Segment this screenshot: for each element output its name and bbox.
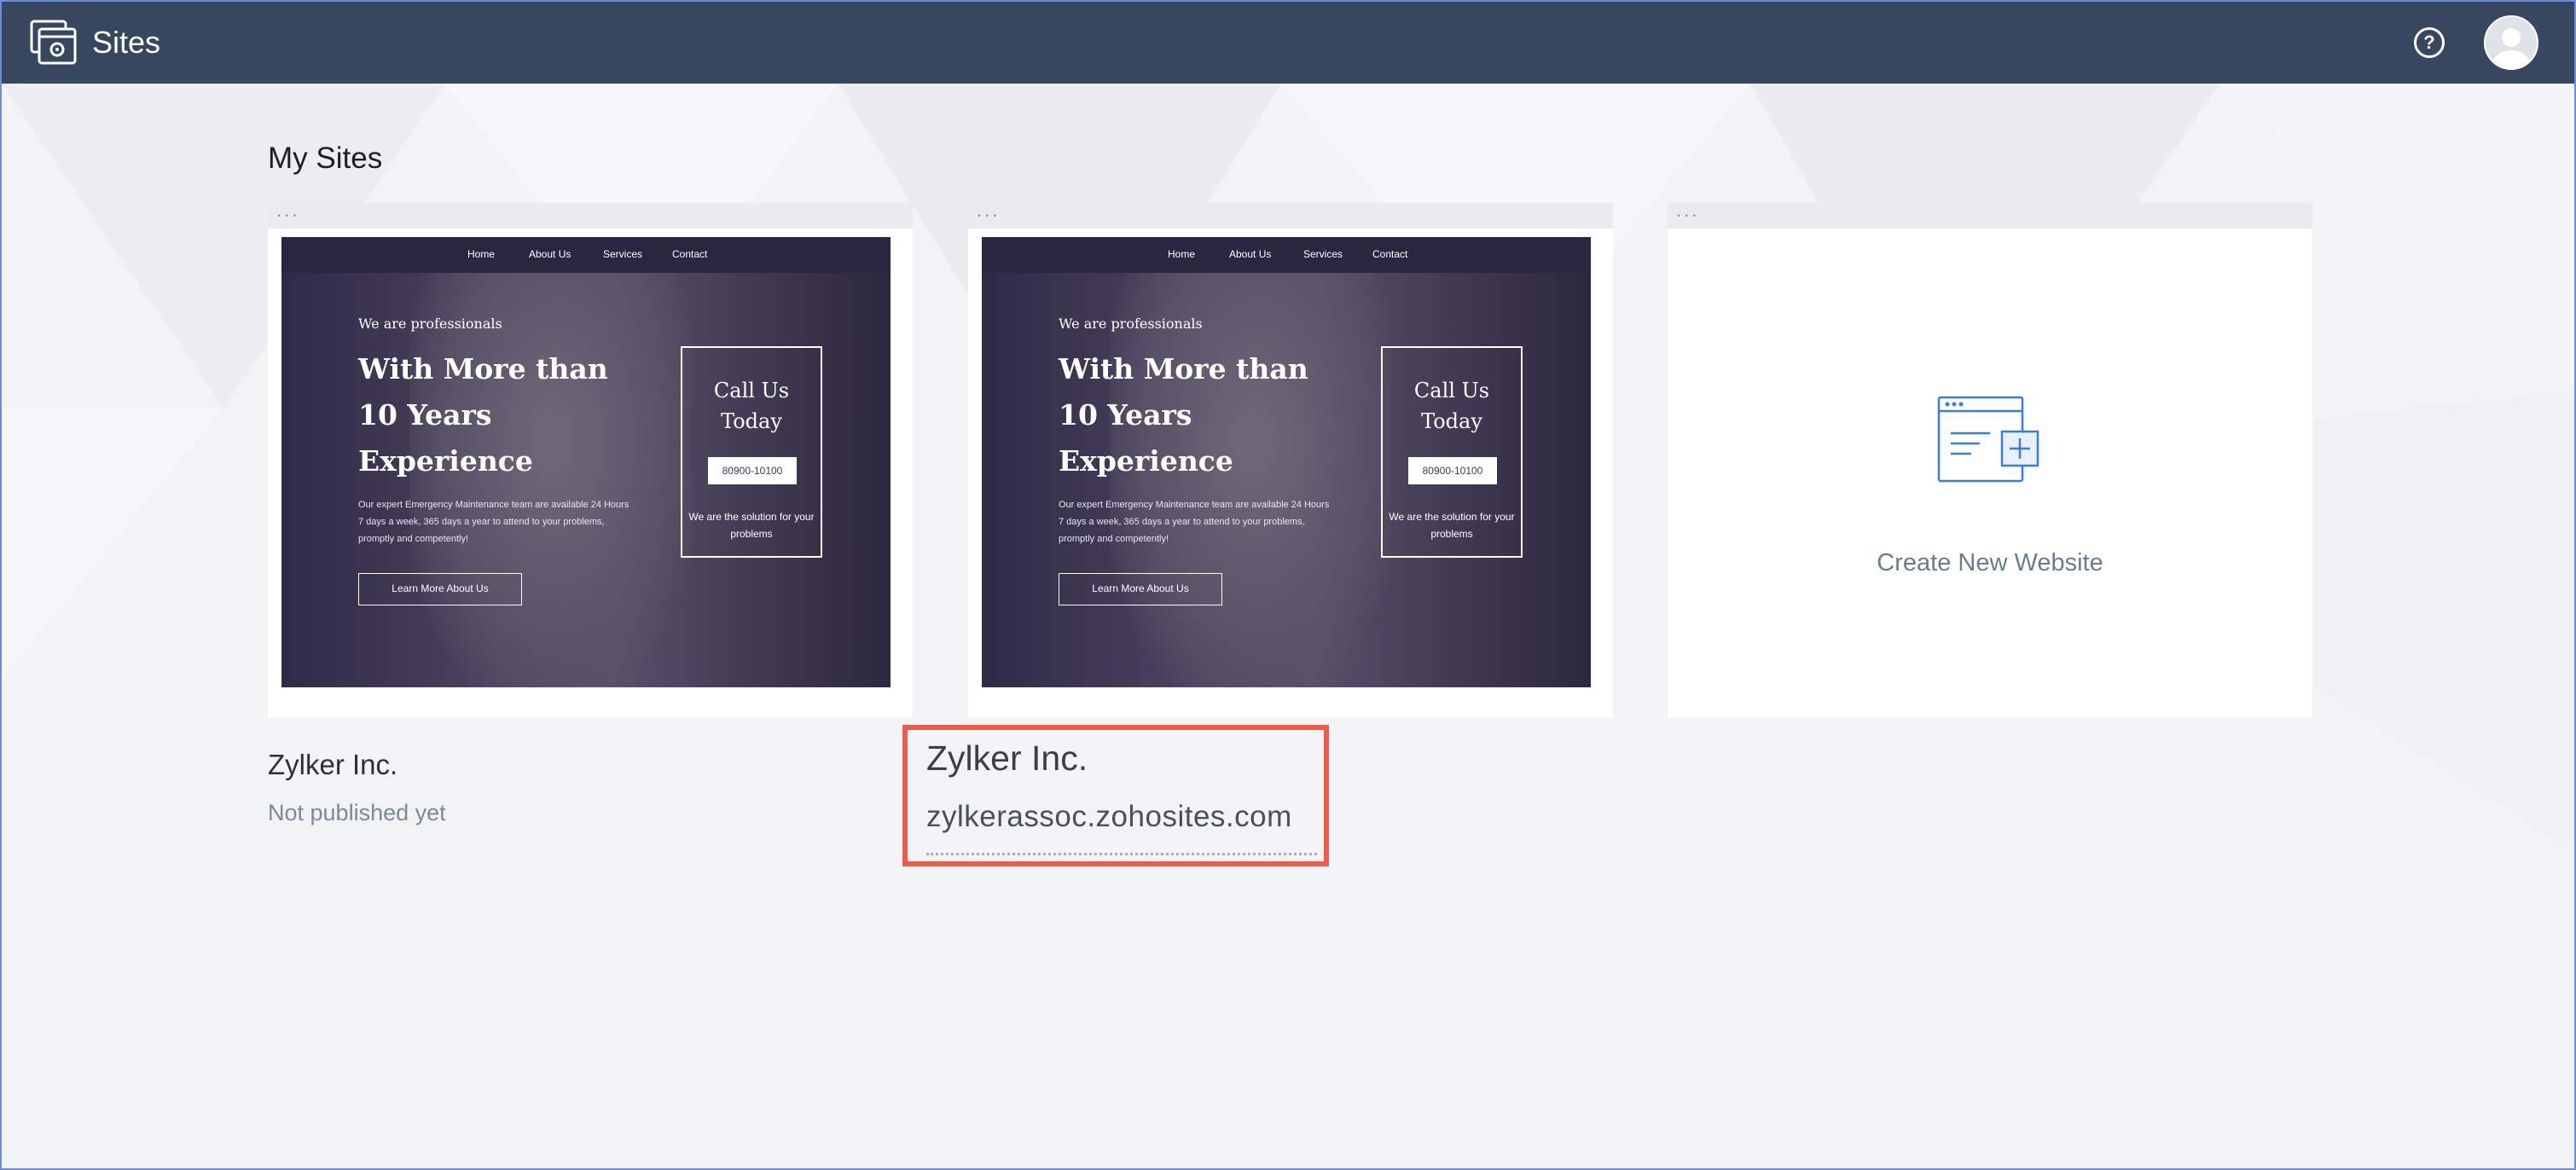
more-options-icon[interactable]: ... (977, 201, 1000, 220)
thumbnail-call-title: Call Us Today (713, 379, 790, 433)
card-drag-handle[interactable]: ... (968, 201, 1613, 229)
card-drag-handle: ... (1668, 200, 2312, 229)
thumbnail-nav-item: Contact (1372, 248, 1408, 260)
thumbnail-description: Our expert Emergency Maintenance team ar… (1059, 500, 1330, 544)
site-name[interactable]: Zylker Inc. (268, 749, 397, 781)
site-status: Not published yet (268, 800, 446, 825)
thumbnail-kicker: We are professionals (358, 316, 502, 332)
page-title: My Sites (268, 142, 383, 175)
thumbnail-phone: 80900-10100 (708, 457, 797, 484)
site-card-1[interactable]: ... Home About Us Services Contact We ar… (268, 201, 913, 718)
site-url-link[interactable]: zylkerassoc.zohosites.com (926, 800, 1292, 834)
thumbnail-nav-item: About Us (1229, 248, 1272, 260)
site-thumbnail[interactable]: Home About Us Services Contact We are pr… (281, 237, 891, 687)
thumbnail-button: Learn More About Us (358, 573, 522, 605)
thumbnail-call-title: Call Us Today (1413, 379, 1490, 433)
sites-logo-icon[interactable] (29, 19, 78, 67)
thumbnail-nav-item: Home (1168, 248, 1196, 260)
card-drag-handle[interactable]: ... (268, 201, 913, 229)
thumbnail-description: Our expert Emergency Maintenance team ar… (358, 500, 629, 544)
thumbnail-nav: Home About Us Services Contact (281, 237, 891, 273)
create-website-card[interactable]: ... Create New Website (1668, 200, 2312, 718)
url-underline (926, 853, 1317, 855)
user-avatar-icon (2492, 28, 2530, 68)
more-options-icon: ... (1676, 200, 1700, 221)
thumbnail-callbox: Call Us Today 80900-10100 We are the sol… (1381, 346, 1523, 558)
thumbnail-headline: With More than 10 Years Experience (358, 352, 608, 478)
avatar[interactable] (2484, 15, 2538, 70)
new-website-icon (1937, 396, 2039, 483)
thumbnail-headline: With More than 10 Years Experience (1059, 352, 1308, 478)
create-new-website-label[interactable]: Create New Website (1668, 549, 2312, 577)
more-options-icon[interactable]: ... (276, 201, 299, 220)
thumbnail-nav-item: Home (467, 248, 496, 260)
thumbnail-solution: We are the solution for your problems (1389, 511, 1515, 540)
site-card-2[interactable]: ... Home About Us Services Contact We ar… (968, 201, 1613, 718)
thumbnail-nav-item: About Us (529, 248, 571, 260)
site-name[interactable]: Zylker Inc. (926, 738, 1088, 779)
thumbnail-kicker: We are professionals (1059, 316, 1203, 332)
thumbnail-solution: We are the solution for your problems (688, 511, 815, 540)
thumbnail-nav: Home About Us Services Contact (982, 237, 1591, 273)
thumbnail-nav-item: Services (1303, 248, 1343, 260)
top-bar: Sites ? (2, 2, 2574, 84)
thumbnail-callbox: Call Us Today 80900-10100 We are the sol… (681, 346, 822, 558)
thumbnail-phone: 80900-10100 (1408, 457, 1497, 484)
thumbnail-nav-item: Services (603, 248, 643, 260)
help-icon[interactable]: ? (2414, 27, 2445, 58)
thumbnail-nav-item: Contact (672, 248, 708, 260)
thumbnail-button: Learn More About Us (1059, 573, 1222, 605)
highlight-box: Zylker Inc. zylkerassoc.zohosites.com (902, 725, 1329, 866)
site-thumbnail[interactable]: Home About Us Services Contact We are pr… (982, 237, 1591, 687)
app-title: Sites (92, 25, 161, 60)
